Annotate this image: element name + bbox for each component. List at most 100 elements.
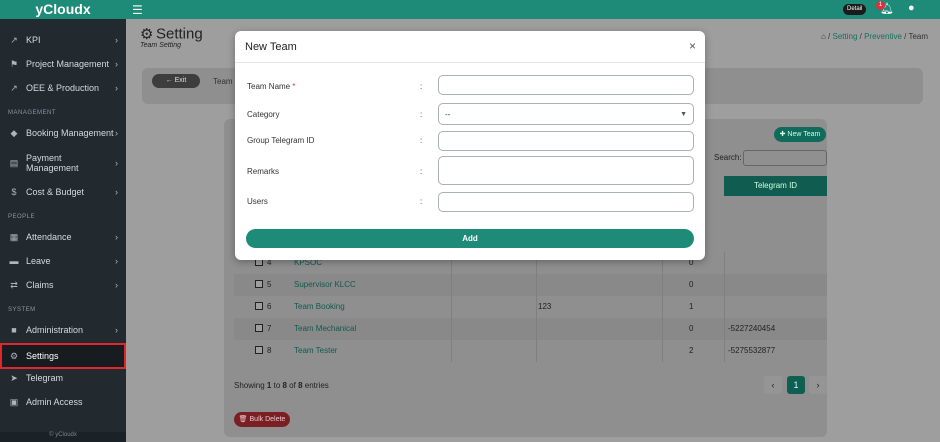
team-name-link[interactable]: Supervisor KLCC bbox=[294, 280, 356, 289]
sidebar-item-claims[interactable]: ⇄ Claims › bbox=[0, 274, 126, 296]
gear-icon: ⚙ bbox=[9, 350, 19, 361]
caret-down-icon: ▼ bbox=[680, 110, 687, 118]
field-colon: : bbox=[420, 136, 423, 145]
search-label: Search: bbox=[714, 153, 742, 162]
chevron-right-icon: › bbox=[115, 83, 118, 93]
sidebar-item-kpi[interactable]: ↗ KPI › bbox=[0, 29, 126, 51]
team-name-input[interactable] bbox=[438, 75, 694, 95]
sidebar-item-administration[interactable]: ■ Administration › bbox=[0, 319, 126, 341]
chevron-right-icon: › bbox=[115, 158, 118, 168]
info-text: Showing bbox=[234, 381, 267, 390]
breadcrumb: ⌂ / Setting / Preventive / Team bbox=[821, 32, 928, 41]
exit-label: Exit bbox=[174, 77, 187, 84]
column-divider bbox=[662, 318, 663, 340]
exit-button[interactable]: ← Exit bbox=[152, 74, 200, 88]
sidebar-item-cost-budget[interactable]: $ Cost & Budget › bbox=[0, 181, 126, 203]
group-telegram-id-input[interactable] bbox=[438, 131, 694, 151]
row-checkbox[interactable] bbox=[255, 324, 263, 332]
row-checkbox[interactable] bbox=[255, 280, 263, 288]
modal-title: New Team bbox=[245, 41, 297, 53]
sidebar-item-label: Administration bbox=[26, 325, 84, 335]
home-icon[interactable]: ⌂ bbox=[821, 32, 826, 41]
sidebar-item-label: Cost & Budget bbox=[26, 187, 85, 197]
sidebar-item-label-line2: Management bbox=[26, 163, 79, 173]
sidebar-item-label-line1: Payment bbox=[26, 153, 62, 163]
new-team-button[interactable]: ✚ New Team bbox=[774, 127, 826, 142]
sidebar-footer: © yCloudx bbox=[0, 432, 126, 442]
chevron-right-icon: › bbox=[115, 232, 118, 242]
pagination-prev[interactable]: ‹ bbox=[764, 376, 782, 394]
column-divider bbox=[662, 296, 663, 318]
chevron-right-icon: › bbox=[115, 35, 118, 45]
bulk-delete-label: Bulk Delete bbox=[249, 416, 286, 423]
section-people: PEOPLE bbox=[8, 214, 36, 220]
sidebar-item-telegram[interactable]: ➤ Telegram bbox=[0, 367, 126, 389]
team-name-link[interactable]: Team Booking bbox=[294, 302, 345, 311]
table-row[interactable]: 8 Team Tester 2 -5275532877 bbox=[234, 340, 827, 362]
sidebar-item-settings[interactable]: ⚙ Settings bbox=[0, 343, 126, 369]
page-title: Setting bbox=[155, 25, 203, 43]
sidebar-item-payment-management[interactable]: ▤ Payment Management › bbox=[0, 150, 126, 176]
bed-icon: ▬ bbox=[9, 256, 19, 266]
column-divider bbox=[536, 340, 537, 362]
sidebar-item-admin-access[interactable]: ▣ Admin Access bbox=[0, 391, 126, 413]
row-number: 8 bbox=[267, 346, 272, 355]
users-input[interactable] bbox=[438, 192, 694, 212]
team-name-link[interactable]: Team Mechanical bbox=[294, 324, 356, 333]
breadcrumb-preventive[interactable]: Preventive bbox=[864, 32, 902, 41]
table-row[interactable]: 5 Supervisor KLCC 0 bbox=[234, 274, 827, 296]
row-checkbox[interactable] bbox=[255, 346, 263, 354]
telegram-id: -5275532877 bbox=[728, 346, 776, 355]
row-checkbox[interactable] bbox=[255, 302, 263, 310]
users-label: Users bbox=[247, 197, 268, 206]
sidebar-item-label: Admin Access bbox=[26, 397, 83, 407]
breadcrumb-setting[interactable]: Setting bbox=[832, 32, 857, 41]
menu-toggle-icon[interactable]: ☰ bbox=[132, 3, 143, 17]
group-telegram-id-label: Group Telegram ID bbox=[247, 136, 315, 145]
column-divider bbox=[536, 318, 537, 340]
team-label: Team bbox=[213, 77, 233, 86]
gear-icon: ⚙ bbox=[140, 26, 154, 43]
remarks-textarea[interactable] bbox=[438, 156, 694, 185]
add-button[interactable]: Add bbox=[246, 229, 694, 248]
row-number: 7 bbox=[267, 324, 272, 333]
field-colon: : bbox=[420, 167, 423, 176]
sidebar-item-attendance[interactable]: ▦ Attendance › bbox=[0, 226, 126, 248]
table-row[interactable]: 6 Team Booking 123 1 bbox=[234, 296, 827, 318]
table-info: Showing 1 to 8 of 8 entries bbox=[234, 381, 329, 390]
lock-icon: ▣ bbox=[9, 396, 19, 407]
bulk-delete-button[interactable]: 🗑︎ Bulk Delete bbox=[234, 412, 290, 427]
brand-logo[interactable]: yCloudx bbox=[0, 0, 126, 19]
close-icon[interactable]: × bbox=[689, 39, 696, 53]
new-team-label: New Team bbox=[787, 131, 821, 138]
chevron-right-icon: › bbox=[115, 187, 118, 197]
sidebar-item-leave[interactable]: ▬ Leave › bbox=[0, 250, 126, 272]
field-colon: : bbox=[420, 110, 423, 119]
column-divider bbox=[451, 340, 452, 362]
category-select[interactable]: -- ▼ bbox=[438, 103, 694, 125]
column-divider bbox=[724, 274, 725, 296]
chevron-right-icon: › bbox=[115, 256, 118, 266]
user-icon[interactable]: ● bbox=[908, 2, 915, 14]
sidebar-item-project-management[interactable]: ⚑ Project Management › bbox=[0, 53, 126, 75]
pagination-page-1[interactable]: 1 bbox=[787, 376, 805, 394]
search-input[interactable] bbox=[743, 150, 827, 166]
sidebar-item-booking-management[interactable]: ◆ Booking Management › bbox=[0, 122, 126, 144]
section-system: SYSTEM bbox=[8, 307, 36, 313]
sidebar-item-label: Project Management bbox=[26, 59, 110, 69]
pagination-next[interactable]: › bbox=[809, 376, 827, 394]
file-icon: ■ bbox=[11, 325, 17, 335]
breadcrumb-sep: / bbox=[859, 32, 862, 41]
telegram-id-header[interactable]: Telegram ID bbox=[724, 176, 827, 196]
team-name-label: Team Name * bbox=[247, 82, 295, 91]
table-row[interactable]: 7 Team Mechanical 0 -5227240454 bbox=[234, 318, 827, 340]
category-label: Category bbox=[247, 110, 280, 119]
team-name-link[interactable]: Team Tester bbox=[294, 346, 337, 355]
detail-chip[interactable]: Detail bbox=[843, 4, 867, 15]
group-telegram-id: 123 bbox=[538, 302, 552, 311]
users-count: 1 bbox=[689, 302, 694, 311]
row-number: 6 bbox=[267, 302, 272, 311]
required-asterisk: * bbox=[292, 82, 296, 91]
sidebar-item-oee-production[interactable]: ↗ OEE & Production › bbox=[0, 77, 126, 99]
new-team-modal: New Team × Team Name * : Category : -- ▼… bbox=[235, 31, 705, 260]
